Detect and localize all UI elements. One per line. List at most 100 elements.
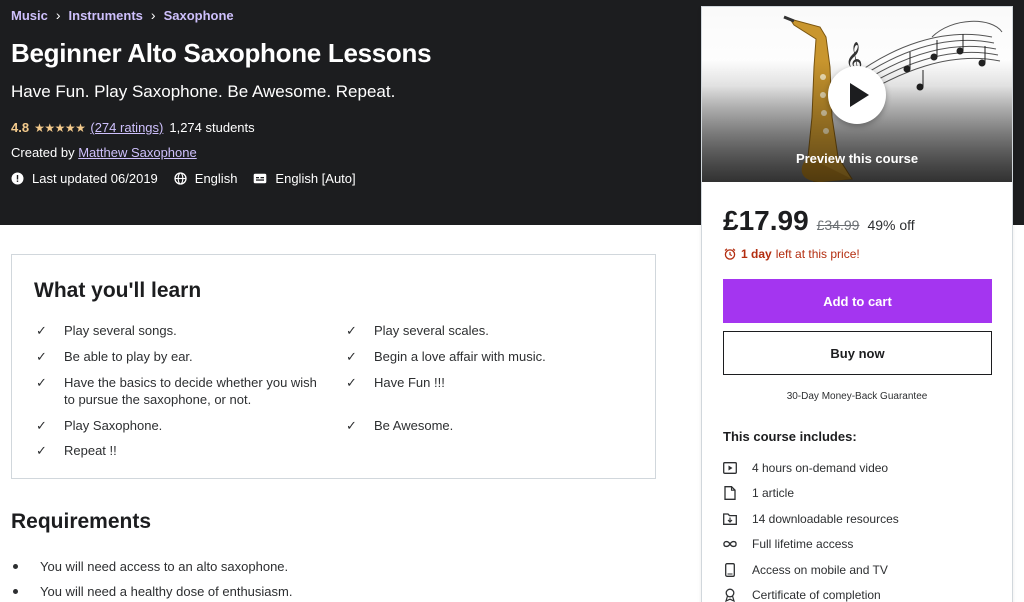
closed-captions-icon (254, 173, 267, 184)
captions-text: English [Auto] (275, 171, 356, 186)
globe-icon (174, 172, 187, 185)
video-icon (723, 461, 737, 475)
created-by-label: Created by (11, 145, 79, 160)
learn-item-text: Play several scales. (374, 323, 489, 338)
bullet-icon (13, 589, 18, 594)
includes-list: 4 hours on-demand video 1 article 14 dow… (723, 455, 1003, 602)
timer-duration: 1 day (741, 247, 772, 261)
learn-item-text: Play several songs. (64, 323, 177, 338)
include-text: Access on mobile and TV (752, 562, 888, 577)
learn-item: ✓ Play several songs. (36, 322, 326, 348)
course-meta: Last updated 06/2019 English English [Au… (11, 171, 372, 186)
chevron-right-icon: › (150, 7, 156, 23)
preview-label[interactable]: Preview this course (702, 151, 1012, 166)
learn-item: ✓ Have Fun !!! (346, 374, 636, 417)
mobile-icon (723, 562, 737, 577)
alert-badge-icon (11, 172, 24, 185)
learn-item-text: Have Fun !!! (374, 375, 445, 390)
bullet-icon (13, 564, 18, 569)
breadcrumb-music[interactable]: Music (11, 8, 48, 23)
captions: English [Auto] (253, 171, 356, 186)
checkmark-icon: ✓ (36, 323, 47, 338)
include-text: Certificate of completion (752, 588, 881, 602)
course-preview[interactable]: 𝄞 Preview this course (702, 7, 1012, 182)
learn-item: ✓ Begin a love affair with music. (346, 348, 636, 374)
learn-item-text: Repeat !! (64, 443, 117, 458)
list-item: You will need a healthy dose of enthusia… (13, 579, 292, 602)
play-icon[interactable] (828, 66, 886, 124)
checkmark-icon: ✓ (346, 323, 357, 338)
list-item: Full lifetime access (723, 532, 1003, 558)
learn-column-right: ✓ Play several scales. ✓ Begin a love af… (346, 322, 636, 442)
learn-title: What you'll learn (34, 279, 202, 302)
last-updated-text: Last updated 06/2019 (32, 171, 158, 186)
learn-item-text: Be able to play by ear. (64, 349, 193, 364)
students-count: 1,274 students (169, 120, 255, 135)
checkmark-icon: ✓ (36, 443, 47, 458)
course-subtitle: Have Fun. Play Saxophone. Be Awesome. Re… (11, 82, 396, 101)
requirement-text: You will need access to an alto saxophon… (40, 559, 289, 574)
breadcrumb-instruments[interactable]: Instruments (69, 8, 143, 23)
learn-item-text: Play Saxophone. (64, 418, 163, 433)
include-text: Full lifetime access (752, 537, 854, 552)
include-text: 4 hours on-demand video (752, 460, 889, 475)
language: English (174, 171, 238, 186)
price-timer: 1 day left at this price! (724, 247, 860, 261)
list-item: 4 hours on-demand video (723, 455, 1003, 481)
money-back-guarantee: 30-Day Money-Back Guarantee (786, 391, 928, 402)
article-icon (723, 486, 737, 501)
list-item: 14 downloadable resources (723, 506, 1003, 532)
chevron-right-icon: › (55, 7, 61, 23)
list-item: Access on mobile and TV (723, 557, 1003, 583)
checkmark-icon: ✓ (36, 418, 47, 433)
rating-value: 4.8 (11, 120, 30, 135)
buy-now-button[interactable]: Buy now (723, 331, 992, 375)
certificate-icon (723, 588, 737, 602)
learn-item: ✓ Play several scales. (346, 322, 636, 348)
language-text: English (194, 171, 238, 186)
checkmark-icon: ✓ (346, 418, 357, 433)
add-to-cart-button[interactable]: Add to cart (723, 279, 992, 323)
learn-item: ✓ Be able to play by ear. (36, 348, 326, 374)
learn-item: ✓ Have the basics to decide whether you … (36, 374, 326, 417)
list-item: You will need access to an alto saxophon… (13, 554, 292, 579)
price-row: £17.99 £34.99 49% off (723, 205, 915, 237)
learn-item-text: Have the basics to decide whether you wi… (64, 375, 317, 407)
checkmark-icon: ✓ (346, 375, 357, 390)
rating-row: 4.8 ★★★★★ (274 ratings) 1,274 students (11, 120, 255, 135)
includes-title: This course includes: (723, 429, 857, 444)
checkmark-icon: ✓ (346, 349, 357, 364)
list-item: Certificate of completion (723, 583, 1003, 602)
timer-text: left at this price! (775, 247, 860, 261)
infinity-icon (723, 537, 737, 551)
course-title: Beginner Alto Saxophone Lessons (11, 38, 432, 68)
what-youll-learn-box: What you'll learn ✓ Play several songs. … (11, 254, 656, 479)
learn-item-text: Be Awesome. (374, 418, 454, 433)
include-text: 14 downloadable resources (752, 511, 899, 526)
download-folder-icon (723, 512, 737, 526)
include-text: 1 article (752, 486, 795, 501)
breadcrumb: Music › Instruments › Saxophone (11, 7, 234, 23)
instructor-link[interactable]: Matthew Saxophone (78, 145, 197, 160)
learn-item: ✓ Repeat !! (36, 442, 326, 467)
breadcrumb-saxophone[interactable]: Saxophone (164, 8, 234, 23)
learn-item-text: Begin a love affair with music. (374, 349, 546, 364)
discount-badge: 49% off (867, 217, 915, 233)
current-price: £17.99 (723, 205, 809, 236)
requirements-list: You will need access to an alto saxophon… (13, 554, 292, 602)
ratings-count-link[interactable]: (274 ratings) (90, 120, 163, 135)
requirements-title: Requirements (11, 510, 152, 533)
checkmark-icon: ✓ (36, 349, 47, 364)
learn-column-left: ✓ Play several songs. ✓ Be able to play … (36, 322, 326, 467)
learn-item: ✓ Be Awesome. (346, 417, 636, 442)
purchase-sidebar: 𝄞 Preview this course £17. (701, 6, 1013, 602)
list-item: 1 article (723, 481, 1003, 507)
learn-item: ✓ Play Saxophone. (36, 417, 326, 442)
original-price: £34.99 (816, 217, 860, 233)
star-rating-icon: ★★★★★ (34, 120, 86, 135)
checkmark-icon: ✓ (36, 375, 47, 390)
alarm-clock-icon (724, 248, 736, 260)
requirement-text: You will need a healthy dose of enthusia… (40, 584, 293, 599)
last-updated: Last updated 06/2019 (11, 171, 158, 186)
created-by: Created by Matthew Saxophone (11, 145, 197, 160)
